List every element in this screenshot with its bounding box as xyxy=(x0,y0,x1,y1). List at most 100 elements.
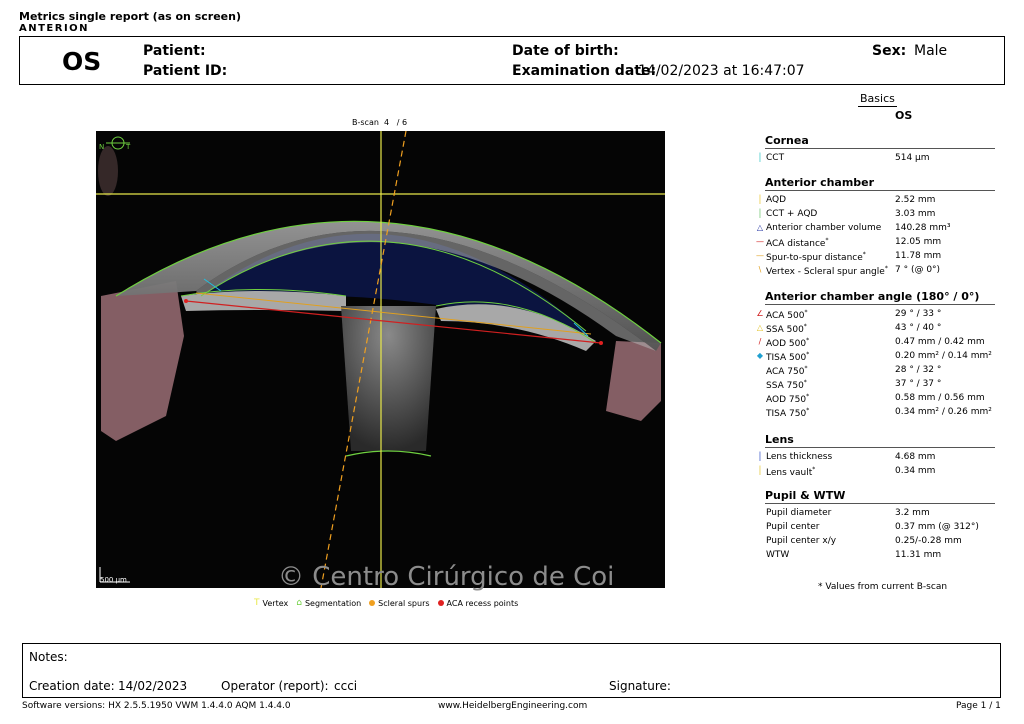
bscan-label: B-scan 4 / 6 xyxy=(352,118,407,127)
metric-row-tisa500: ◆ TISA 500* 0.20 mm² / 0.14 mm² xyxy=(756,351,1006,364)
metric-value: 7 ° (@ 0°) xyxy=(895,265,941,275)
metric-label: Pupil center x/y xyxy=(766,536,837,546)
section-anterior-chamber-title: Anterior chamber xyxy=(765,176,995,191)
metric-value: 12.05 mm xyxy=(895,237,942,247)
metric-label: Pupil diameter xyxy=(766,508,832,518)
creation-date-label: Creation date: xyxy=(29,679,115,693)
metric-label-text: TISA 750 xyxy=(766,409,807,419)
spur-distance-icon: — xyxy=(756,251,764,260)
metric-row-ssa500: △ SSA 500* 43 ° / 40 ° xyxy=(756,323,1006,336)
metric-row-aod500: / AOD 500* 0.47 mm / 0.42 mm xyxy=(756,337,1006,350)
exam-date-label: Examination date: xyxy=(512,63,657,79)
tab-eye-label: OS xyxy=(895,109,913,122)
tisa500-icon: ◆ xyxy=(756,351,764,360)
metric-row-aod750: AOD 750* 0.58 mm / 0.56 mm xyxy=(756,393,1006,406)
metric-label: TISA 750* xyxy=(766,407,810,419)
legend-item: ⌂ Segmentation xyxy=(296,598,361,608)
metric-label-text: ACA 500 xyxy=(766,311,805,321)
cct-icon: │ xyxy=(757,153,763,162)
metric-label-text: SSA 500 xyxy=(766,325,804,335)
software-versions: Software versions: HX 2.5.5.1950 VWM 1.4… xyxy=(22,701,291,711)
dob-label: Date of birth: xyxy=(512,43,619,59)
metric-label: ACA distance* xyxy=(766,237,829,249)
metric-value: 514 µm xyxy=(895,153,930,163)
metric-row-lens-thickness: │ Lens thickness 4.68 mm xyxy=(756,452,1006,465)
metric-row-cct: │ CCT 514 µm xyxy=(756,153,1006,166)
scale-bar-label: 500 µm xyxy=(100,576,127,584)
metric-label-text: TISA 500 xyxy=(766,353,807,363)
metric-value: 0.25/-0.28 mm xyxy=(895,536,962,546)
metric-label: TISA 500* xyxy=(766,351,810,363)
metric-value: 37 ° / 37 ° xyxy=(895,379,942,389)
metric-row-lens-vault: │ Lens vault* 0.34 mm xyxy=(756,466,1006,479)
eye-label: OS xyxy=(62,47,102,76)
metric-row-aca-distance: — ACA distance* 12.05 mm xyxy=(756,237,1006,250)
section-lens-title: Lens xyxy=(765,433,995,448)
aca-distance-icon: — xyxy=(756,237,764,246)
metric-row-pupil-center-xy: Pupil center x/y 0.25/-0.28 mm xyxy=(756,536,1006,549)
brand-logo: ANTERION xyxy=(19,23,90,34)
metric-row-chamber-volume: △ Anterior chamber volume 140.28 mm³ xyxy=(756,223,1006,236)
lens-thickness-icon: │ xyxy=(757,452,763,461)
metric-label-text: AOD 500 xyxy=(766,339,807,349)
notes-label: Notes: xyxy=(29,650,68,664)
metric-value: 3.03 mm xyxy=(895,209,936,219)
metric-value: 4.68 mm xyxy=(895,452,936,462)
oct-bscan-image[interactable]: N T xyxy=(96,131,665,588)
exam-date-value: 14/02/2023 at 16:47:07 xyxy=(638,63,805,79)
metric-label-text: Lens vault xyxy=(766,468,813,478)
metric-label: Lens vault* xyxy=(766,466,816,478)
patient-id-label: Patient ID: xyxy=(143,63,228,79)
metric-label: WTW xyxy=(766,550,790,560)
metric-label: Lens thickness xyxy=(766,452,833,462)
metric-label: Anterior chamber volume xyxy=(766,223,882,233)
metric-value: 11.78 mm xyxy=(895,251,942,261)
metric-row-pupil-diameter: Pupil diameter 3.2 mm xyxy=(756,508,1006,521)
metric-value: 28 ° / 32 ° xyxy=(895,365,942,375)
footnote: * Values from current B-scan xyxy=(818,582,948,592)
metric-label: Pupil center xyxy=(766,522,820,532)
metric-label: Spur-to-spur distance* xyxy=(766,251,866,263)
metric-row-tisa750: TISA 750* 0.34 mm² / 0.26 mm² xyxy=(756,407,1006,420)
aca500-icon: ∠ xyxy=(756,309,764,318)
metric-value: 0.34 mm² / 0.26 mm² xyxy=(895,407,992,417)
metric-label-text: AOD 750 xyxy=(766,395,807,405)
bscan-label-text: B-scan xyxy=(352,118,379,127)
metric-row-aqd: │ AQD 2.52 mm xyxy=(756,195,1006,208)
segmentation-icon: ⌂ xyxy=(296,598,302,608)
website-link[interactable]: www.HeidelbergEngineering.com xyxy=(438,701,587,711)
metric-value: 3.2 mm xyxy=(895,508,930,518)
legend-label: Segmentation xyxy=(304,598,362,608)
metric-row-pupil-center: Pupil center 0.37 mm (@ 312°) xyxy=(756,522,1006,535)
metric-label: AQD xyxy=(766,195,787,205)
watermark: © Centro Cirúrgico de Coi xyxy=(278,562,615,592)
metric-value: 0.34 mm xyxy=(895,466,936,476)
vertex-icon: T xyxy=(254,598,260,608)
metric-value: 140.28 mm³ xyxy=(895,223,951,233)
bscan-total: / 6 xyxy=(396,118,408,127)
section-angle-title: Anterior chamber angle (180° / 0°) xyxy=(765,290,995,305)
metric-row-aca750: ACA 750* 28 ° / 32 ° xyxy=(756,365,1006,378)
metric-value: 29 ° / 33 ° xyxy=(895,309,942,319)
metric-value: 0.58 mm / 0.56 mm xyxy=(895,393,985,403)
metric-row-spur-distance: — Spur-to-spur distance* 11.78 mm xyxy=(756,251,1006,264)
orientation-n: N xyxy=(99,143,104,151)
lens-vault-icon: │ xyxy=(757,466,763,475)
orientation-t: T xyxy=(125,143,131,151)
metric-value: 2.52 mm xyxy=(895,195,936,205)
metric-label: Vertex - Scleral spur angle* xyxy=(766,265,888,277)
signature-label: Signature: xyxy=(609,679,671,693)
metric-value: 11.31 mm xyxy=(895,550,942,560)
legend-label: Scleral spurs xyxy=(378,598,430,608)
legend-item: Scleral spurs xyxy=(369,598,430,608)
metric-row-wtw: WTW 11.31 mm xyxy=(756,550,1006,563)
creation-date-value: 14/02/2023 xyxy=(118,679,188,693)
legend-label: ACA recess points xyxy=(446,598,519,608)
tab-basics[interactable]: Basics xyxy=(858,92,897,107)
aqd-icon: │ xyxy=(757,195,763,204)
section-pupil-title: Pupil & WTW xyxy=(765,489,995,504)
metric-value: 0.47 mm / 0.42 mm xyxy=(895,337,985,347)
legend-label: Vertex xyxy=(262,598,289,608)
page-number: Page 1 / 1 xyxy=(956,701,1001,711)
metric-label: CCT xyxy=(766,153,785,163)
